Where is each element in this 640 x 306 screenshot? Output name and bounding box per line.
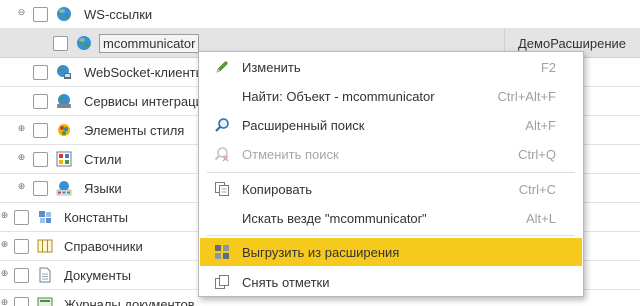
- menu-item-label: Искать везде "mcommunicator": [242, 211, 427, 226]
- tree-row-label: Стили: [84, 152, 122, 167]
- document-journals-icon: [37, 297, 53, 306]
- uncheck-icon: [215, 275, 229, 289]
- row-checkbox[interactable]: [14, 239, 29, 254]
- menu-item-label: Найти: Объект - mcommunicator: [242, 89, 435, 104]
- style-item-icon: [58, 124, 70, 136]
- expand-icon[interactable]: ⊕: [17, 183, 26, 192]
- row-checkbox[interactable]: [33, 123, 48, 138]
- tree-row-label: Элементы стиля: [84, 123, 185, 138]
- collapse-icon[interactable]: ⊖: [17, 9, 26, 18]
- expand-icon[interactable]: ⊕: [0, 241, 9, 250]
- menu-item-cancel-search: Отменить поиск Ctrl+Q: [200, 140, 582, 168]
- menu-item-label: Снять отметки: [242, 275, 330, 290]
- magnifier-icon: [215, 118, 229, 132]
- context-menu: Изменить F2 Найти: Объект - mcommunicato…: [198, 51, 584, 297]
- menu-item-label: Копировать: [242, 182, 312, 197]
- menu-item-shortcut: Ctrl+Alt+F: [497, 89, 556, 104]
- menu-item-shortcut: Alt+L: [526, 211, 556, 226]
- tree-row-label: WebSocket-клиенты: [84, 65, 205, 80]
- menu-item-unload-from-extension[interactable]: Выгрузить из расширения: [200, 238, 582, 266]
- cancel-search-icon: [214, 147, 229, 162]
- language-icon: [56, 181, 72, 196]
- menu-separator: [207, 172, 575, 173]
- menu-item-label: Расширенный поиск: [242, 118, 365, 133]
- menu-item-clear-marks[interactable]: Снять отметки: [200, 268, 582, 296]
- tree-row-label: Журналы документов: [64, 297, 195, 306]
- menu-item-label: Отменить поиск: [242, 147, 339, 162]
- catalogs-icon: [37, 239, 53, 253]
- tree-row-label: Документы: [64, 268, 132, 283]
- menu-item-copy[interactable]: Копировать Ctrl+C: [200, 175, 582, 203]
- row-checkbox[interactable]: [33, 181, 48, 196]
- globe-icon: [77, 36, 91, 50]
- row-checkbox[interactable]: [33, 65, 48, 80]
- globe-icon: [57, 7, 71, 21]
- menu-item-shortcut: Ctrl+Q: [518, 147, 556, 162]
- menu-item-advanced-search[interactable]: Расширенный поиск Alt+F: [200, 111, 582, 139]
- menu-item-shortcut: Alt+F: [525, 118, 556, 133]
- row-checkbox[interactable]: [33, 152, 48, 167]
- expand-icon[interactable]: ⊕: [17, 125, 26, 134]
- menu-item-edit[interactable]: Изменить F2: [200, 53, 582, 81]
- expand-icon[interactable]: ⊕: [0, 212, 9, 221]
- expand-icon[interactable]: ⊕: [0, 299, 9, 306]
- row-checkbox[interactable]: [14, 268, 29, 283]
- menu-item-shortcut: F2: [540, 60, 556, 75]
- tree-row-ws-links[interactable]: ⊖ WS-ссылки: [0, 0, 640, 29]
- style-icon: [56, 151, 72, 167]
- expand-icon[interactable]: ⊕: [0, 270, 9, 279]
- tree-row-label: Сервисы интеграции: [84, 94, 211, 109]
- row-checkbox[interactable]: [14, 210, 29, 225]
- tree-row-label: Справочники: [64, 239, 143, 254]
- unload-grid-icon: [215, 245, 229, 259]
- menu-item-label: Выгрузить из расширения: [242, 245, 400, 260]
- expand-icon[interactable]: ⊕: [17, 154, 26, 163]
- constants-icon: [39, 211, 51, 223]
- row-checkbox[interactable]: [33, 94, 48, 109]
- copy-icon: [215, 182, 229, 196]
- tree-row-label: Языки: [84, 181, 122, 196]
- row-checkbox[interactable]: [33, 7, 48, 22]
- tree-row-label: WS-ссылки: [84, 7, 153, 22]
- documents-icon: [39, 267, 51, 283]
- row-checkbox[interactable]: [53, 36, 68, 51]
- tree-row-label: mcommunicator: [99, 34, 200, 53]
- extension-name: ДемоРасширение: [518, 36, 626, 51]
- pencil-icon: [216, 61, 228, 73]
- menu-separator: [207, 235, 575, 236]
- integration-service-icon: [57, 94, 71, 108]
- tree-row-label: Константы: [64, 210, 128, 225]
- menu-item-search-everywhere[interactable]: Искать везде "mcommunicator" Alt+L: [200, 204, 582, 232]
- websocket-client-icon: [57, 65, 71, 79]
- menu-item-find-object[interactable]: Найти: Объект - mcommunicator Ctrl+Alt+F: [200, 82, 582, 110]
- row-checkbox[interactable]: [14, 297, 29, 306]
- menu-item-shortcut: Ctrl+C: [518, 182, 556, 197]
- menu-item-label: Изменить: [242, 60, 301, 75]
